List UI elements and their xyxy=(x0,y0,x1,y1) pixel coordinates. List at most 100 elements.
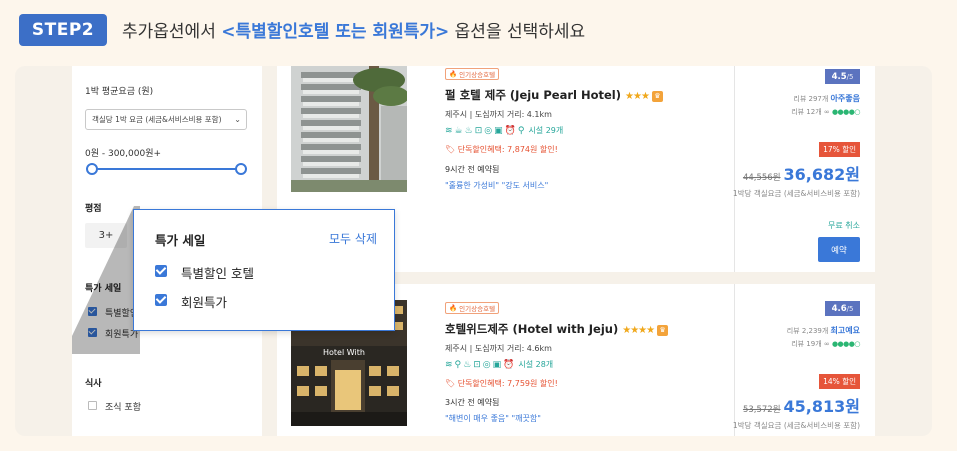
popup-special-discount-checkbox[interactable] xyxy=(155,265,167,277)
bath-icon: ♨ xyxy=(464,126,475,136)
review-grade: 최고예요 xyxy=(830,326,860,335)
clear-all-button[interactable]: 모두 삭제 xyxy=(329,230,377,247)
wifi-icon: ≋ xyxy=(445,360,455,370)
dining-icon: ⚲ xyxy=(454,360,464,370)
recent-booking: 3시간 전 예약됨 xyxy=(445,398,500,407)
star-rating: ★★★★ xyxy=(622,325,655,336)
hotel-sign-text: Hotel With xyxy=(323,348,365,357)
pool-icon: ◎ xyxy=(482,360,493,370)
original-price: 53,572원 xyxy=(742,405,781,415)
price-note: 1박당 객실요금 (세금&서비스비용 포함) xyxy=(732,189,860,198)
breakfast-label: 조식 포함 xyxy=(105,403,141,413)
tag-icon: 🏷 xyxy=(445,379,456,388)
luggage-icon: ▣ xyxy=(494,126,505,136)
crown-icon: ♛ xyxy=(657,325,669,336)
review-count: 리뷰 2,239개 xyxy=(786,327,829,335)
current-price: 36,682원 xyxy=(783,165,860,184)
crown-icon: ♛ xyxy=(651,91,663,102)
price-note: 1박당 객실요금 (세금&서비스비용 포함) xyxy=(732,421,860,430)
rating-filter-title: 평점 xyxy=(85,204,102,214)
discount-badge: 14% 할인 xyxy=(819,374,860,389)
popup-title: 특가 세일 xyxy=(155,233,206,248)
instruction-prefix: 추가옵션에서 xyxy=(122,22,222,42)
hotel-photo[interactable] xyxy=(291,66,407,192)
coffee-icon: ☕ xyxy=(454,126,465,136)
screenshot-panel: 1박 평균요금 (원) 객실당 1박 요금 (세금&서비스비용 포함) ⌄ 0원… xyxy=(15,66,932,436)
ta-review-count: 리뷰 19개 xyxy=(791,340,822,348)
review-score: 4.5/5 xyxy=(825,69,860,84)
meal-filter-title: 식사 xyxy=(85,379,102,389)
amenity-count[interactable]: 시설 28개 xyxy=(518,360,553,369)
hotel-location: 제주시 | 도심까지 거리: 4.1km xyxy=(445,110,552,119)
breakfast-checkbox[interactable] xyxy=(88,401,97,410)
price-range-label: 0원 - 300,000원+ xyxy=(85,149,162,159)
alarm-icon: ⏰ xyxy=(504,126,518,136)
trending-tag-label: 인기상승호텔 xyxy=(459,71,496,79)
wifi-icon: ≋ xyxy=(445,126,455,136)
review-score-max: /5 xyxy=(846,304,854,313)
popup-member-price-label: 회원특가 xyxy=(181,295,228,310)
review-summary[interactable]: 리뷰 2,239개 최고예요 xyxy=(787,325,860,336)
discount-badge: 17% 할인 xyxy=(819,142,860,157)
exclusive-discount-text: 단독할인혜택: 7,759원 할인! xyxy=(457,379,558,388)
exclusive-discount: 🏷 단독할인혜택: 7,759원 할인! xyxy=(445,378,558,389)
hotel-name-text: 펄 호텔 제주 (Jeju Pearl Hotel) xyxy=(445,88,622,102)
instruction-text: 추가옵션에서 <특별할인호텔 또는 회원특가> 옵션을 선택하세요 xyxy=(122,17,585,42)
hotel-name-text: 호텔위드제주 (Hotel with Jeju) xyxy=(445,322,619,336)
price-slider-max-handle[interactable] xyxy=(235,163,247,175)
exclusive-discount: 🏷 단독할인혜택: 7,874원 할인! xyxy=(445,144,558,155)
ta-bubbles: ●●●●○ xyxy=(831,108,861,116)
book-button[interactable]: 예약 xyxy=(818,237,860,262)
price-slider-min-handle[interactable] xyxy=(86,163,98,175)
pool-icon: ◎ xyxy=(484,126,495,136)
step-badge: STEP2 xyxy=(19,14,107,46)
car-icon: ⊡ xyxy=(474,126,485,136)
review-score-value: 4.5 xyxy=(831,71,847,82)
card-divider xyxy=(734,284,735,436)
tripadvisor-summary[interactable]: 리뷰 12개 ∞ ●●●●○ xyxy=(791,107,860,117)
tripadvisor-summary[interactable]: 리뷰 19개 ∞ ●●●●○ xyxy=(791,339,860,349)
review-summary[interactable]: 리뷰 297개 아주좋음 xyxy=(793,93,860,104)
free-cancel: 무료 취소 xyxy=(828,221,860,230)
instruction-suffix: 옵션을 선택하세요 xyxy=(449,22,586,42)
amenity-icons: ≋⚲♨⊡◎▣⏰ 시설 28개 xyxy=(445,359,553,370)
ta-review-count: 리뷰 12개 xyxy=(791,108,822,116)
review-quotes: "훌륭한 가성비" "강도 서비스" xyxy=(445,181,549,190)
fire-icon: 🔥 xyxy=(449,304,458,312)
ta-bubbles: ●●●●○ xyxy=(831,340,861,348)
bath-icon: ♨ xyxy=(463,360,474,370)
review-grade: 아주좋음 xyxy=(830,94,860,103)
alarm-icon: ⏰ xyxy=(503,360,517,370)
hotel-name[interactable]: 펄 호텔 제주 (Jeju Pearl Hotel) ★★★ ♛ xyxy=(445,87,663,103)
trending-tag: 🔥 인기상승호텔 xyxy=(445,302,500,314)
recent-booking: 9시간 전 예약됨 xyxy=(445,165,500,174)
instruction-highlight: <특별할인호텔 또는 회원특가> xyxy=(221,22,450,42)
price-block: 44,556원 36,682원 xyxy=(743,161,860,185)
fire-icon: 🔥 xyxy=(449,70,458,78)
price-slider-track[interactable] xyxy=(92,168,242,170)
chevron-down-icon: ⌄ xyxy=(234,115,241,124)
popup-member-price-checkbox[interactable] xyxy=(155,294,167,306)
tutorial-header: STEP2 추가옵션에서 <특별할인호텔 또는 회원특가> 옵션을 선택하세요 xyxy=(0,0,957,62)
amenity-icons: ≋☕♨⊡◎▣⏰⚲ 시설 29개 xyxy=(445,125,563,136)
trending-tag: 🔥 인기상승호텔 xyxy=(445,68,500,80)
review-score-max: /5 xyxy=(846,72,854,81)
price-filter-title: 1박 평균요금 (원) xyxy=(85,87,154,97)
price-basis-value: 객실당 1박 요금 (세금&서비스비용 포함) xyxy=(92,115,222,124)
hotel-photo-image xyxy=(291,66,407,192)
hotel-location: 제주시 | 도심까지 거리: 4.6km xyxy=(445,344,552,353)
price-block: 53,572원 45,813원 xyxy=(743,393,860,417)
review-quotes: "해변이 매우 좋음" "깨끗함" xyxy=(445,414,541,423)
star-rating: ★★★ xyxy=(625,91,650,102)
tripadvisor-owl-icon: ∞ xyxy=(823,108,830,116)
review-count: 리뷰 297개 xyxy=(793,95,829,103)
luggage-icon: ▣ xyxy=(492,360,504,370)
tag-icon: 🏷 xyxy=(445,145,456,154)
review-score-value: 4.6 xyxy=(831,303,847,314)
card-divider xyxy=(734,66,735,272)
amenity-count[interactable]: 시설 29개 xyxy=(528,126,563,135)
popup-special-discount-label: 특별할인 호텔 xyxy=(181,266,254,281)
current-price: 45,813원 xyxy=(783,397,860,416)
hotel-name[interactable]: 호텔위드제주 (Hotel with Jeju) ★★★★ ♛ xyxy=(445,321,669,337)
price-basis-select[interactable]: 객실당 1박 요금 (세금&서비스비용 포함) ⌄ xyxy=(85,109,247,130)
